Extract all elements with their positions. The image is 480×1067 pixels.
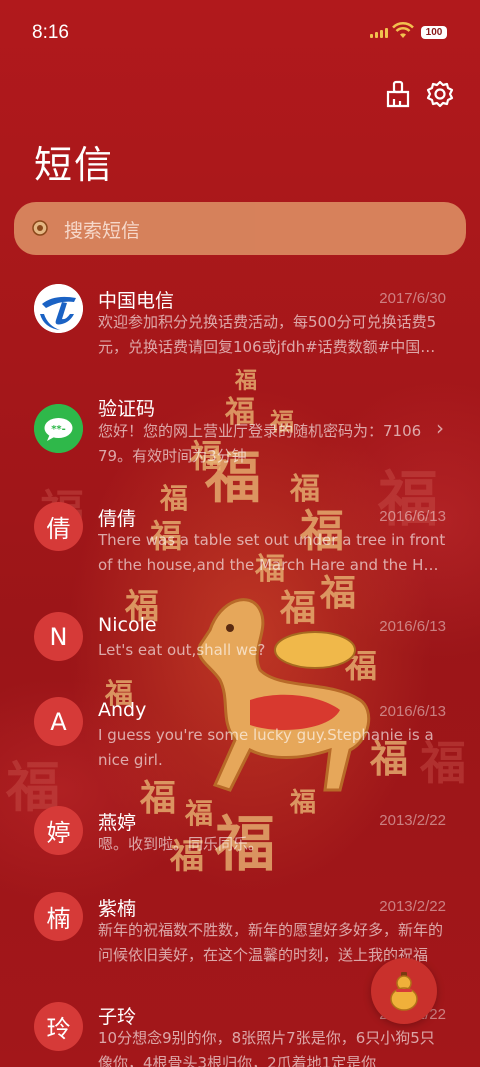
message-date: 2017/6/30 <box>379 290 446 307</box>
message-date: 2016/6/13 <box>379 618 446 635</box>
contact-name: 倩倩 <box>98 508 137 530</box>
contact-name: 紫楠 <box>98 898 137 920</box>
message-bubble-icon: **- <box>34 404 83 453</box>
compose-button[interactable] <box>371 958 437 1024</box>
conversation-item[interactable]: 中国电信 2017/6/30 欢迎参加积分兑换话费活动，每500分可兑换话费5元… <box>0 280 480 380</box>
broom-icon[interactable] <box>382 78 414 110</box>
message-preview: There was a table set out under a tree i… <box>98 531 446 574</box>
status-time: 8:16 <box>32 22 69 43</box>
avatar: 玲 <box>34 1002 83 1051</box>
avatar: N <box>34 612 83 661</box>
avatar: 婷 <box>34 806 83 855</box>
gourd-icon <box>390 972 418 1011</box>
avatar: 倩 <box>34 502 83 551</box>
message-date: 2016/6/13 <box>379 508 446 525</box>
signal-icon <box>370 28 388 38</box>
contact-name: Nicole <box>98 614 157 636</box>
status-bar: 8:16 100 <box>0 0 480 68</box>
svg-text:**-: **- <box>51 424 66 435</box>
contact-name: 中国电信 <box>98 290 175 312</box>
china-telecom-logo-icon <box>34 284 83 333</box>
message-date: 2013/2/22 <box>379 898 446 915</box>
conversation-item[interactable]: 婷 燕婷 2013/2/22 嗯。收到啦。同乐同乐。 <box>0 806 480 866</box>
message-preview: 欢迎参加积分兑换话费活动，每500分可兑换话费5元，兑换话费请回复106或jfd… <box>98 313 437 356</box>
battery-icon: 100 <box>421 26 447 39</box>
page-title: 短信 <box>34 143 115 187</box>
message-preview: 您好！您的网上营业厅登录的随机密码为：710679。有效时间为3分钟 <box>98 422 422 465</box>
contact-name: Andy <box>98 699 147 721</box>
conversation-item[interactable]: A Andy 2016/6/13 I guess you're some luc… <box>0 697 480 777</box>
message-date: 2016/6/13 <box>379 703 446 720</box>
conversation-item[interactable]: N Nicole 2016/6/13 Let's eat out,shall w… <box>0 610 480 670</box>
contact-name: 子玲 <box>98 1006 137 1028</box>
message-preview: 嗯。收到啦。同乐同乐。 <box>98 835 264 853</box>
wifi-icon <box>392 22 414 38</box>
conversation-item[interactable]: 倩 倩倩 2016/6/13 There was a table set out… <box>0 500 480 590</box>
chevron-right-icon[interactable]: › <box>436 416 444 440</box>
conversation-item[interactable]: **- 验证码 您好！您的网上营业厅登录的随机密码为：710679。有效时间为3… <box>0 392 480 482</box>
contact-name: 燕婷 <box>98 812 137 834</box>
avatar: A <box>34 697 83 746</box>
message-preview: 10分想念9别的你，8张照片7张是你，6只小狗5只像你，4根骨头3根归你，2爪着… <box>98 1029 435 1067</box>
search-bar[interactable]: 搜索短信 <box>14 202 466 255</box>
message-preview: Let's eat out,shall we? <box>98 641 266 659</box>
gear-icon[interactable] <box>424 78 456 110</box>
message-preview: I guess you're some lucky guy.Stephanie … <box>98 726 434 769</box>
avatar: 楠 <box>34 892 83 941</box>
search-icon <box>32 220 48 236</box>
message-date: 2013/2/22 <box>379 812 446 829</box>
contact-name: 验证码 <box>98 398 156 420</box>
search-placeholder: 搜索短信 <box>64 220 141 242</box>
